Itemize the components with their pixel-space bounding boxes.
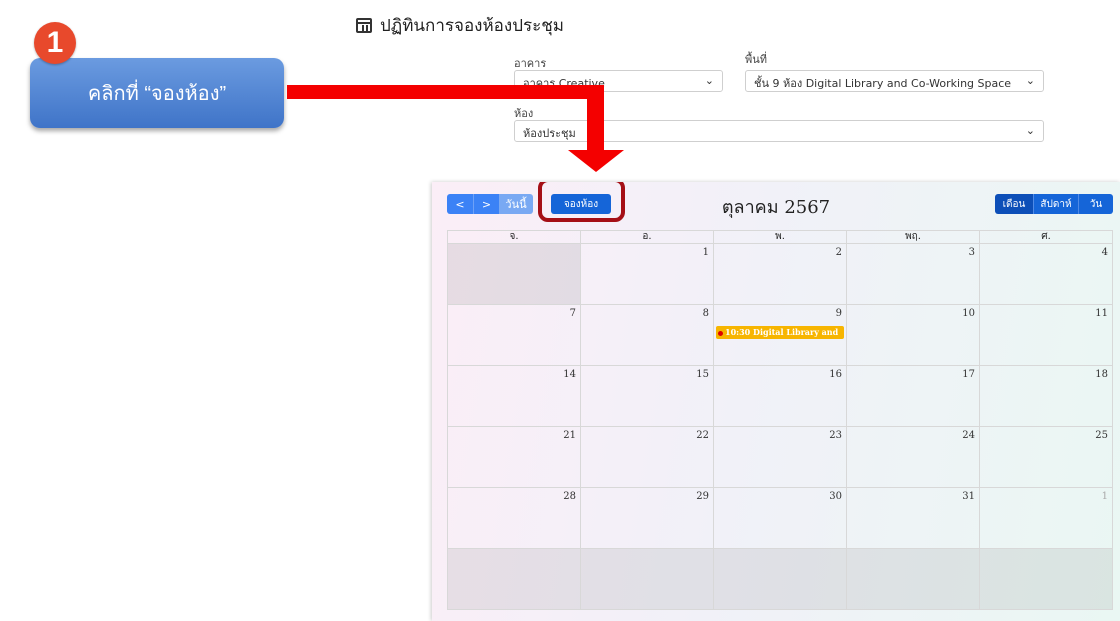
day-number: 28 (563, 491, 576, 502)
area-select-value: ชั้น 9 ห้อง Digital Library and Co-Worki… (754, 77, 1012, 90)
page-title: ปฏิทินการจองห้องประชุม (356, 12, 564, 39)
calendar-event[interactable]: 10:30 Digital Library and (716, 326, 844, 339)
week-row: 7 8 9 10:30 Digital Library and 10 11 (447, 305, 1113, 366)
day-number: 24 (962, 430, 975, 441)
day-number: 30 (829, 491, 842, 502)
view-week-button[interactable]: สัปดาห์ (1033, 194, 1078, 214)
day-cell[interactable]: 7 (448, 305, 580, 365)
day-cell[interactable]: 24 (846, 427, 979, 487)
day-cell[interactable]: 2 (713, 244, 846, 304)
day-cell[interactable]: 23 (713, 427, 846, 487)
day-number: 17 (962, 369, 975, 380)
arrow-down-icon (568, 150, 624, 172)
day-number: 9 (835, 308, 842, 319)
day-cell[interactable]: 14 (448, 366, 580, 426)
day-cell[interactable]: 15 (580, 366, 713, 426)
day-number: 15 (696, 369, 709, 380)
month-grid: จ. อ. พ. พฤ. ศ. 1 2 3 4 7 8 9 10:30 Digi… (447, 230, 1113, 610)
weekday-header: จ. อ. พ. พฤ. ศ. (447, 230, 1113, 244)
day-cell[interactable]: 17 (846, 366, 979, 426)
chevron-down-icon: ⌄ (1025, 124, 1035, 137)
weekday-fri: ศ. (979, 231, 1112, 243)
calendar-panel: < > วันนี้ จองห้อง ตุลาคม 2567 เดือน สัป… (432, 182, 1120, 621)
weekday-tue: อ. (580, 231, 713, 243)
week-row (447, 549, 1113, 610)
weekday-wed: พ. (713, 231, 846, 243)
area-select[interactable]: ชั้น 9 ห้อง Digital Library and Co-Worki… (745, 70, 1044, 92)
arrow-vertical (587, 85, 604, 151)
day-cell[interactable]: 8 (580, 305, 713, 365)
view-month-button[interactable]: เดือน (995, 194, 1033, 214)
day-cell[interactable]: 21 (448, 427, 580, 487)
chevron-down-icon: ⌄ (1025, 74, 1035, 87)
day-cell[interactable] (448, 549, 580, 609)
day-number: 7 (569, 308, 576, 319)
day-number: 31 (962, 491, 975, 502)
day-number: 25 (1095, 430, 1108, 441)
chevron-down-icon: ⌄ (704, 74, 714, 87)
day-number: 21 (563, 430, 576, 441)
day-number: 8 (702, 308, 709, 319)
day-cell[interactable]: 25 (979, 427, 1112, 487)
arrow-horizontal (287, 85, 604, 99)
day-number: 1 (702, 247, 709, 258)
event-text: 10:30 Digital Library and (725, 327, 839, 337)
week-row: 1 2 3 4 (447, 244, 1113, 305)
day-cell[interactable] (979, 549, 1112, 609)
day-number: 14 (563, 369, 576, 380)
day-number: 11 (1095, 308, 1108, 319)
day-number: 22 (696, 430, 709, 441)
day-cell[interactable] (713, 549, 846, 609)
day-cell[interactable]: 1 (580, 244, 713, 304)
day-cell[interactable]: 16 (713, 366, 846, 426)
day-cell[interactable]: 10 (846, 305, 979, 365)
day-cell[interactable] (846, 549, 979, 609)
weekday-thu: พฤ. (846, 231, 979, 243)
day-number: 29 (696, 491, 709, 502)
day-number: 1 (1101, 491, 1108, 502)
week-row: 21 22 23 24 25 (447, 427, 1113, 488)
view-day-button[interactable]: วัน (1078, 194, 1113, 214)
tutorial-callout: คลิกที่ “จองห้อง” (30, 58, 284, 128)
day-number: 16 (829, 369, 842, 380)
day-cell[interactable]: 28 (448, 488, 580, 548)
day-cell[interactable]: 9 10:30 Digital Library and (713, 305, 846, 365)
day-cell[interactable]: 22 (580, 427, 713, 487)
day-number: 3 (968, 247, 975, 258)
day-number: 4 (1101, 247, 1108, 258)
event-dot-icon (718, 330, 723, 336)
day-cell[interactable]: 1 (979, 488, 1112, 548)
day-number: 18 (1095, 369, 1108, 380)
day-number: 10 (962, 308, 975, 319)
day-cell[interactable]: 3 (846, 244, 979, 304)
area-label: พื้นที่ (745, 53, 768, 66)
room-select-value: ห้องประชุม (523, 127, 576, 140)
page-title-text: ปฏิทินการจองห้องประชุม (380, 16, 564, 36)
weekday-mon: จ. (509, 231, 519, 242)
day-cell[interactable] (448, 244, 580, 304)
week-row: 28 29 30 31 1 (447, 488, 1113, 549)
day-cell[interactable]: 29 (580, 488, 713, 548)
step-number-badge: 1 (34, 22, 76, 64)
day-cell[interactable]: 31 (846, 488, 979, 548)
day-cell[interactable]: 18 (979, 366, 1112, 426)
day-cell[interactable]: 11 (979, 305, 1112, 365)
day-cell[interactable]: 30 (713, 488, 846, 548)
week-row: 14 15 16 17 18 (447, 366, 1113, 427)
day-cell[interactable] (580, 549, 713, 609)
day-number: 2 (835, 247, 842, 258)
day-cell[interactable]: 4 (979, 244, 1112, 304)
day-number: 23 (829, 430, 842, 441)
calendar-icon (356, 18, 372, 33)
view-switcher: เดือน สัปดาห์ วัน (995, 194, 1113, 214)
